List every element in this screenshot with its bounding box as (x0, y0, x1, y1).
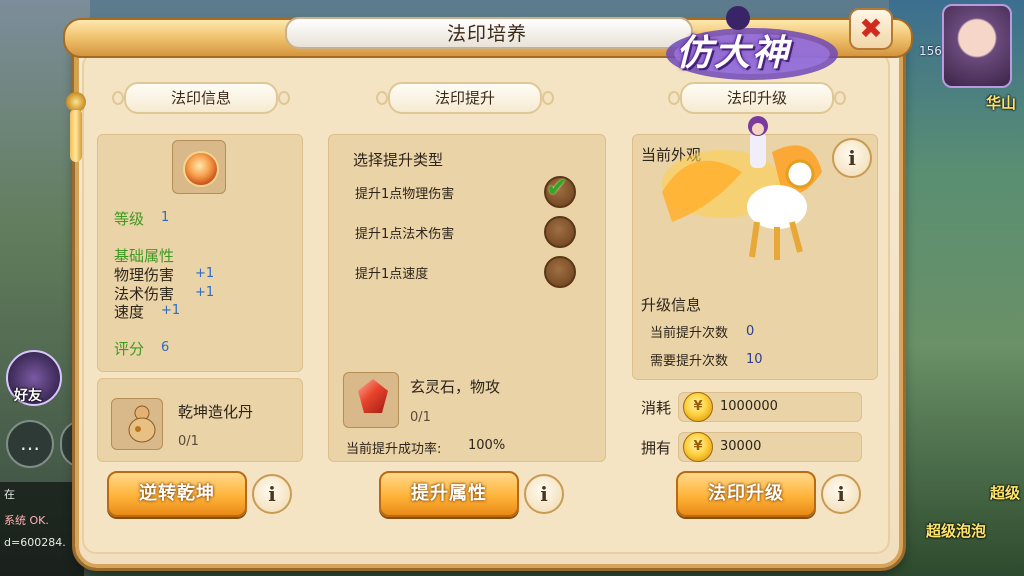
success-rate-value: 100% (468, 438, 506, 453)
chat-icon[interactable]: … (6, 420, 54, 468)
coin-icon: ¥ (683, 432, 713, 462)
seal-icon[interactable] (172, 140, 226, 194)
own-value: 30000 (720, 439, 762, 454)
upgrade-attr-button[interactable]: 提升属性 (379, 471, 519, 517)
option-radio-speed[interactable] (544, 256, 576, 288)
chat-line: d=600284. (4, 536, 66, 549)
score-label: 评分 (114, 340, 145, 358)
section-header-info: 法印信息 (112, 82, 290, 114)
section-header-levelup: 法印升级 (668, 82, 846, 114)
material-count: 0/1 (410, 410, 431, 425)
material-name: 玄灵石，物攻 (410, 378, 501, 396)
current-count-label: 当前提升次数 (650, 326, 729, 341)
required-count-label: 需要提升次数 (650, 354, 729, 369)
tassel-knot (66, 92, 86, 112)
check-icon: ✔ (546, 173, 568, 203)
info-icon[interactable]: i (832, 138, 872, 178)
scene-label-bubble: 超级泡泡 (926, 522, 987, 540)
current-count-value: 0 (746, 324, 755, 339)
player-avatar[interactable] (942, 4, 1012, 88)
info-icon[interactable]: i (524, 474, 564, 514)
info-icon[interactable]: i (252, 474, 292, 514)
player-stat-number: 156 (919, 44, 942, 58)
section-header-upgrade: 法印提升 (376, 82, 554, 114)
attr-value: +1 (195, 285, 215, 300)
attr-name: 物理伤害 (114, 266, 175, 284)
item-count: 0/1 (178, 434, 199, 449)
gourd-icon (128, 405, 156, 443)
tassel-decoration (74, 55, 78, 95)
chat-log: 在 系统 OK. d=600284. (0, 482, 84, 576)
seal-levelup-button[interactable]: 法印升级 (676, 471, 816, 517)
scene-label-huashan: 华山 (986, 94, 1017, 112)
chat-line: 系统 OK. (4, 514, 49, 527)
option-label: 提升1点物理伤害 (355, 187, 455, 202)
option-label: 提升1点法术伤害 (355, 227, 455, 242)
logo-text: 仿大神 (676, 33, 791, 74)
cost-value: 1000000 (720, 399, 778, 414)
level-label: 等级 (114, 210, 145, 228)
option-radio-magic[interactable] (544, 216, 576, 248)
close-button[interactable]: ✖ (849, 8, 893, 50)
upgrade-type-prompt: 选择提升类型 (353, 151, 444, 169)
upgrade-info-label: 升级信息 (641, 296, 702, 314)
dialog-title: 法印培养 (446, 23, 527, 45)
success-rate-label: 当前提升成功率: (346, 442, 442, 457)
attr-value: +1 (195, 266, 215, 281)
required-count-value: 10 (746, 352, 763, 367)
level-value: 1 (161, 210, 170, 225)
reverse-qiankun-button[interactable]: 逆转乾坤 (107, 471, 247, 517)
tassel-fringe (70, 110, 82, 162)
base-attr-label: 基础属性 (114, 247, 175, 265)
friend-label: 好友 (14, 388, 42, 404)
item-name: 乾坤造化丹 (178, 403, 254, 421)
own-label: 拥有 (641, 439, 672, 457)
scene-label-chaoji: 超级 (990, 484, 1021, 502)
cost-label: 消耗 (641, 399, 672, 417)
info-icon[interactable]: i (821, 474, 861, 514)
coin-icon: ¥ (683, 392, 713, 422)
chat-line: 在 (4, 488, 15, 501)
attr-name: 速度 (114, 303, 145, 321)
attr-value: +1 (161, 303, 181, 318)
score-value: 6 (161, 340, 170, 355)
mount-character-image (662, 116, 822, 260)
option-label: 提升1点速度 (355, 267, 429, 282)
